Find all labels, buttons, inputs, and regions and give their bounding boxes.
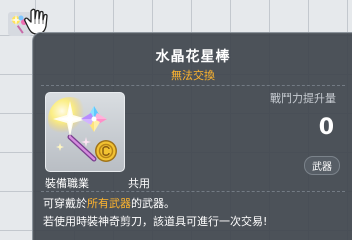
description-prefix: 可穿戴於 <box>43 197 87 210</box>
equip-job-label: 裝備職業 <box>45 177 89 190</box>
divider <box>41 85 345 86</box>
gold-coin-icon <box>95 140 117 162</box>
divider <box>41 191 345 192</box>
combat-power-label: 戰鬥力提升量 <box>270 92 336 105</box>
item-description: 可穿戴於所有武器的武器。 <box>43 195 175 211</box>
equip-job-value: 共用 <box>128 177 150 190</box>
item-type-badge: 武器 <box>304 156 340 175</box>
combat-power-value: 0 <box>318 115 334 140</box>
trade-note: 若使用時裝神奇剪刀，該道具可進行一次交易! <box>43 215 268 228</box>
item-icon-frame <box>45 92 125 172</box>
crystal-flower-star-wand-icon <box>48 97 117 162</box>
screen: 水晶花星棒 無法交換 戰鬥力提升量 0 武器 裝備職業 共用 可穿戴於所有武器的… <box>0 0 352 240</box>
description-suffix: 的武器。 <box>131 197 175 210</box>
description-highlight: 所有武器 <box>87 197 131 210</box>
item-name: 水晶花星棒 <box>155 49 231 65</box>
trade-restriction: 無法交換 <box>171 69 215 82</box>
item-tooltip: 水晶花星棒 無法交換 戰鬥力提升量 0 武器 裝備職業 共用 可穿戴於所有武器的… <box>32 32 352 240</box>
